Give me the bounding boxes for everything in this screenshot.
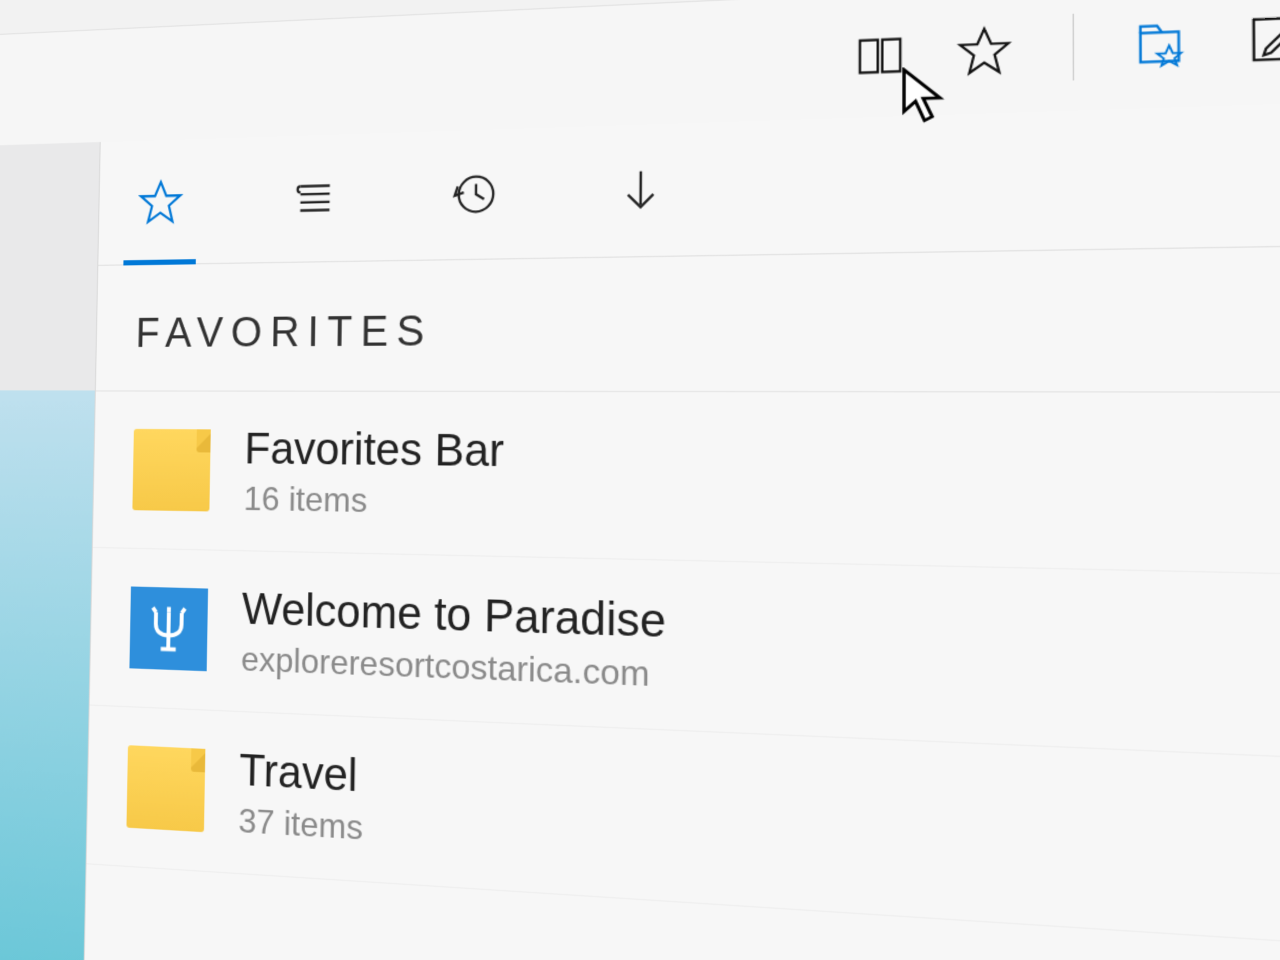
favorites-list: Favorites Bar 16 items (80, 391, 1280, 960)
hub-panel: FAVORITES Favorites Bar 16 items (80, 97, 1280, 960)
reading-view-icon[interactable] (853, 28, 907, 82)
web-note-icon[interactable] (1246, 11, 1280, 68)
browser-window: FAVORITES Favorites Bar 16 items (0, 0, 1280, 960)
hub-icon[interactable] (1136, 15, 1194, 71)
hub-tab-downloads[interactable] (599, 123, 682, 257)
page-preview-image (0, 388, 95, 960)
toolbar-separator (1073, 14, 1074, 81)
favorite-star-icon[interactable] (957, 23, 1012, 78)
site-icon (129, 587, 208, 672)
item-title: Travel (239, 744, 364, 801)
item-title: Welcome to Paradise (241, 583, 666, 647)
folder-icon (132, 429, 210, 512)
hub-tab-favorites[interactable] (123, 139, 198, 265)
folder-icon (126, 745, 205, 832)
hub-tab-history[interactable] (434, 129, 514, 260)
item-subtext: exploreresortcostarica.com (241, 640, 666, 696)
item-title: Favorites Bar (244, 423, 504, 476)
page-preview-strip (0, 142, 101, 960)
hub-tab-reading-list[interactable] (276, 134, 353, 262)
item-subtext: 16 items (243, 479, 503, 523)
hub-heading: FAVORITES (96, 244, 1280, 393)
favorites-folder-item[interactable]: Favorites Bar 16 items (93, 391, 1280, 578)
item-subtext: 37 items (238, 801, 363, 848)
